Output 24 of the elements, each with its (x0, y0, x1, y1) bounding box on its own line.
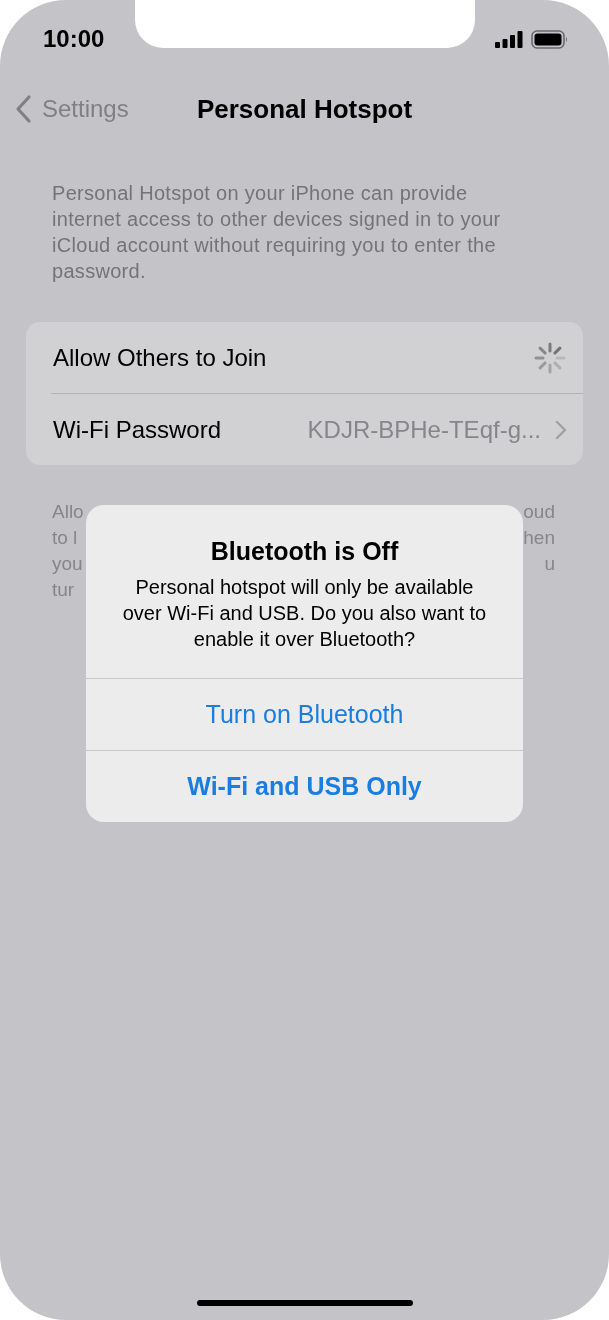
home-indicator[interactable] (196, 1300, 413, 1306)
footer-text: u (544, 552, 555, 576)
setting-label[interactable]: Wi-Fi Password (53, 415, 221, 444)
alert-button[interactable]: Turn on Bluetooth (86, 678, 523, 750)
footer-text: tur (52, 578, 75, 602)
setting-label: Allow Others to Join (53, 343, 267, 372)
footer-text: Allo (52, 500, 84, 524)
footer-text: oud (523, 500, 555, 524)
status-time: 10:00 (43, 25, 105, 53)
spinner-icon (533, 340, 567, 375)
footer-text: to l (52, 526, 78, 550)
alert-title: Bluetooth is Off (209, 537, 400, 566)
battery-icon (531, 29, 569, 49)
description-text: Personal Hotspot on your iPhone can provide internet access to other devices signed in to your iCloud account without requiring you to enter the password. (52, 181, 502, 284)
chevron-right-icon[interactable] (555, 419, 567, 440)
alert-button[interactable]: Wi-Fi and USB Only (86, 750, 523, 822)
footer-text: you (52, 552, 83, 576)
signal-icon (495, 30, 523, 48)
setting-value: KDJR-BPHe-TEqf-g... (307, 415, 541, 444)
page-title: Personal Hotspot (196, 93, 413, 124)
back-button[interactable]: Settings (14, 94, 129, 124)
footer-text: hen (523, 526, 555, 550)
alert-message: Personal hotspot will only be available over Wi-Fi and USB. Do you also want to enable it over Bluetooth? (121, 575, 488, 652)
chevron-left-icon[interactable] (14, 94, 32, 124)
